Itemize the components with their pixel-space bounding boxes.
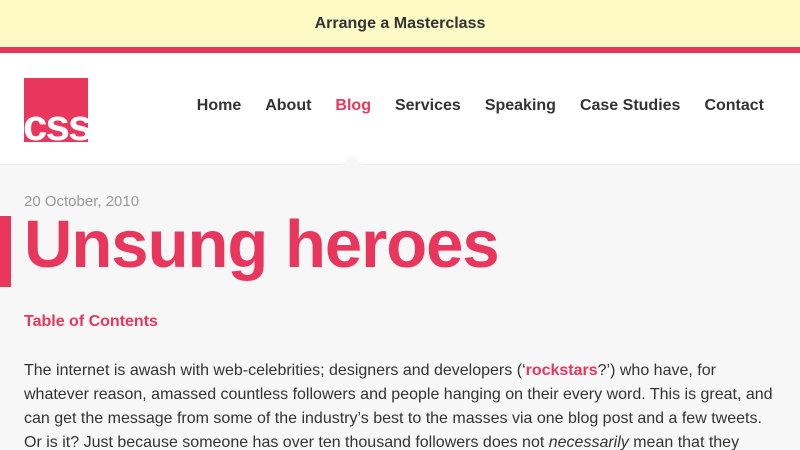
nav-item-contact[interactable]: Contact <box>704 97 764 115</box>
article-title: Unsung heroes <box>24 207 500 282</box>
rockstars-link[interactable]: rockstars <box>526 362 598 379</box>
article: 20 October, 2010 Unsung heroes Table of … <box>0 166 800 450</box>
site-header: css Home About Blog Services Speaking Ca… <box>0 53 800 166</box>
main-nav: Home About Blog Services Speaking Case S… <box>173 97 764 115</box>
nav-item-speaking[interactable]: Speaking <box>485 97 556 115</box>
article-intro-paragraph: The internet is awash with web-celebriti… <box>24 359 780 450</box>
paragraph-text-1: The internet is awash with web-celebriti… <box>24 362 526 379</box>
paragraph-text-3: mean that they <box>628 434 740 450</box>
logo-text: css <box>24 101 88 143</box>
arrange-masterclass-link[interactable]: Arrange a Masterclass <box>315 15 486 33</box>
emphasis-necessarily: necessarily <box>548 434 629 450</box>
masterclass-banner: Arrange a Masterclass <box>0 0 800 47</box>
title-accent-bar <box>0 216 11 287</box>
nav-item-case-studies[interactable]: Case Studies <box>580 97 680 115</box>
nav-item-home[interactable]: Home <box>197 97 241 115</box>
active-nav-pointer <box>341 155 363 166</box>
nav-item-blog[interactable]: Blog <box>335 97 371 115</box>
nav-item-about[interactable]: About <box>265 97 311 115</box>
table-of-contents-link[interactable]: Table of Contents <box>24 313 158 331</box>
site-logo[interactable]: css <box>24 78 88 142</box>
nav-item-services[interactable]: Services <box>395 97 461 115</box>
